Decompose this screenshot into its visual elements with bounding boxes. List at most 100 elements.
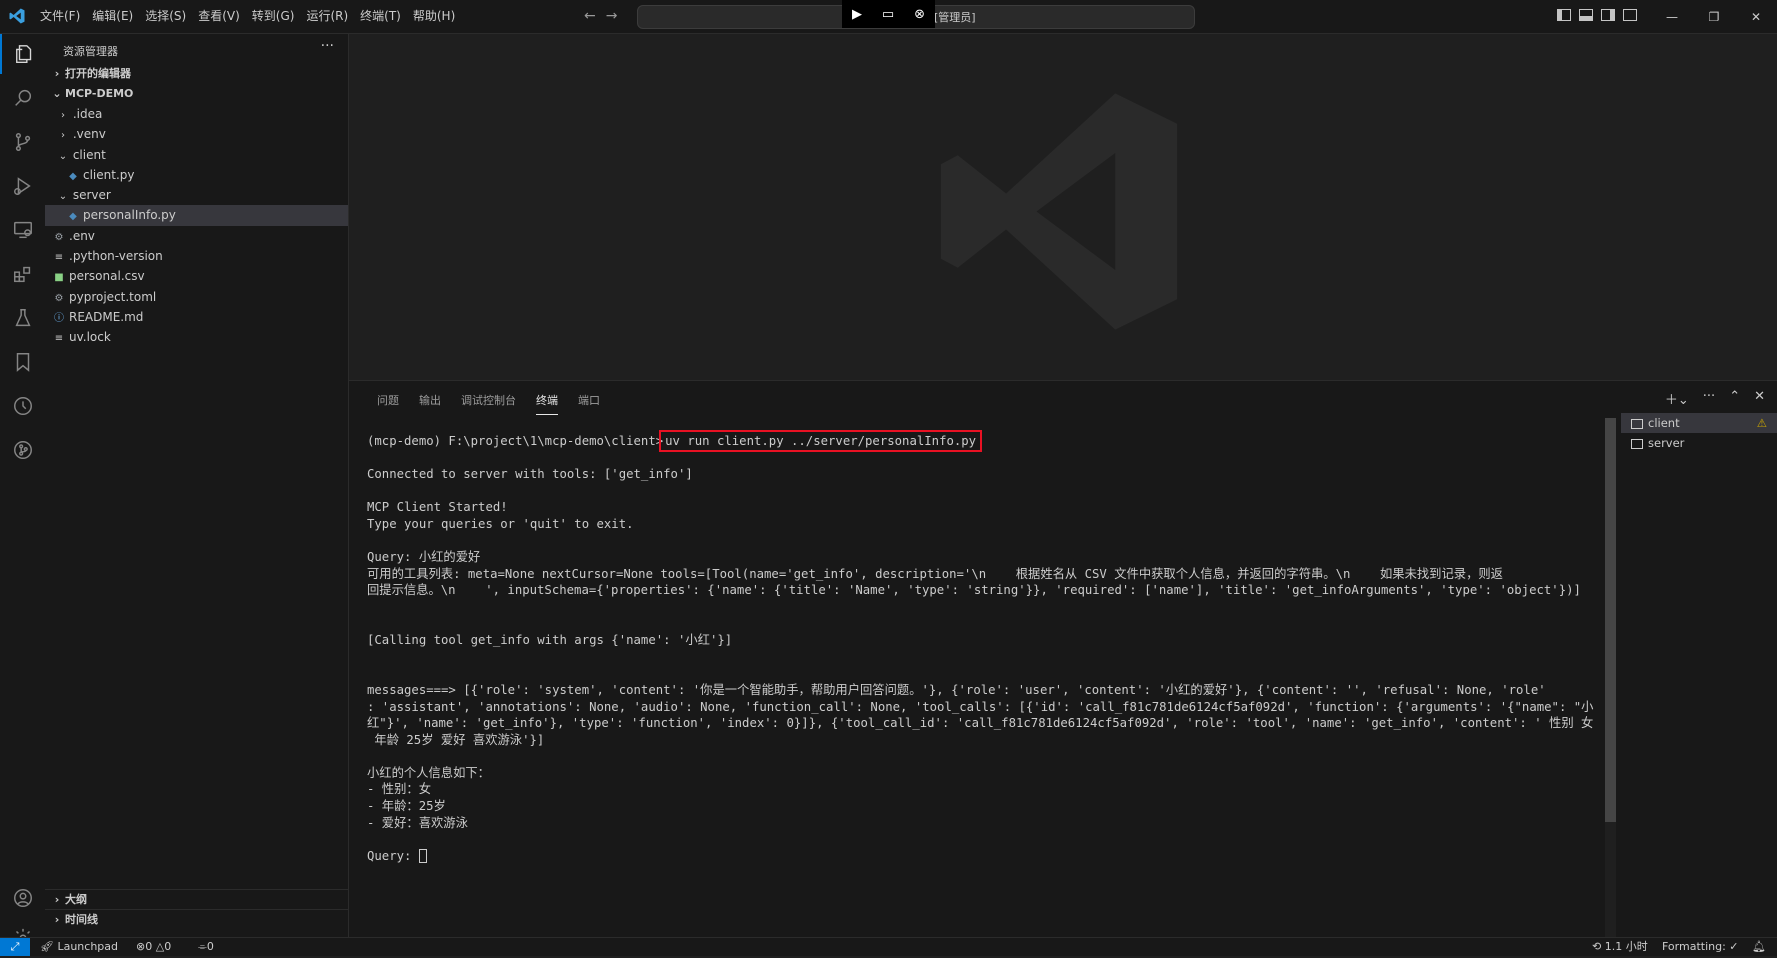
problems-item[interactable]: ⊗0 △0	[136, 938, 171, 956]
menu-item[interactable]: 转到(G)	[246, 0, 301, 33]
bookmark-icon[interactable]	[0, 342, 45, 382]
notifications-icon[interactable]: 🔔︎	[1752, 938, 1766, 956]
tree-file[interactable]: ≡ uv.lock	[45, 327, 348, 347]
menu-item[interactable]: 终端(T)	[354, 0, 407, 33]
tree-file[interactable]: ≡ .python-version	[45, 246, 348, 266]
tree-item-label: pyproject.toml	[69, 289, 157, 304]
explorer-icon[interactable]	[0, 34, 47, 74]
clock-icon: ⟲	[1592, 940, 1602, 953]
remote-indicator-icon[interactable]: ⤢	[0, 938, 30, 956]
panel-tab[interactable]: 端口	[568, 391, 610, 411]
restore-icon[interactable]: ❐	[1693, 0, 1735, 33]
session-time: 1.1 小时	[1604, 940, 1648, 953]
title-bar: 文件(F) 编辑(E) 选择(S) 查看(V) 转到(G) 运行(R) 终端(T) 帮助(H)…	[0, 0, 1777, 34]
open-editors-section[interactable]: › 打开的编辑器	[45, 64, 348, 84]
tree-file[interactable]: ⚙ pyproject.toml	[45, 287, 348, 307]
terminal-scrollbar[interactable]	[1605, 418, 1616, 822]
toggle-primary-sidebar-icon[interactable]	[1557, 9, 1571, 21]
toggle-panel-icon[interactable]	[1579, 9, 1593, 21]
tree-file[interactable]: ■ personal.csv	[45, 266, 348, 286]
forward-arrow-icon[interactable]: →	[606, 8, 618, 24]
tree-folder[interactable]: ⌄ client	[45, 145, 348, 165]
run-debug-icon[interactable]	[0, 166, 45, 206]
keyboard-icon[interactable]: ▭	[882, 7, 894, 22]
tree-item-label: client	[72, 147, 106, 162]
panel-tab[interactable]: 终端	[526, 391, 568, 415]
more-actions-icon[interactable]: ···	[1703, 389, 1715, 408]
terminal-line: [Calling tool get_info with args {'name'…	[367, 633, 733, 648]
terminal-instance[interactable]: client ⚠	[1621, 413, 1777, 433]
tree-file[interactable]: ◆ client.py	[45, 165, 348, 185]
close-icon[interactable]: ✕	[1735, 0, 1777, 33]
minimize-icon[interactable]: —	[1651, 0, 1693, 33]
tree-item-label: server	[72, 188, 111, 203]
text-file-icon: ≡	[54, 333, 64, 345]
tree-file[interactable]: ⓘ README.md	[45, 307, 348, 327]
play-icon[interactable]: ▶	[852, 7, 862, 22]
tree-item-label: .python-version	[69, 249, 163, 264]
toggle-secondary-sidebar-icon[interactable]	[1601, 9, 1615, 21]
terminal-lines: Connected to server with tools: ['get_in…	[367, 466, 1777, 848]
outline-section[interactable]: › 大纲	[45, 889, 348, 910]
panel-tabs: 问题 输出 调试控制台 终端 端口	[367, 391, 610, 415]
tree-folder[interactable]: › .venv	[45, 124, 348, 144]
git-graph-icon[interactable]	[0, 430, 45, 470]
timeline-history-icon[interactable]	[0, 386, 45, 426]
project-label: MCP-DEMO	[65, 87, 134, 100]
formatting-item[interactable]: Formatting: ✓	[1662, 938, 1739, 956]
panel-tab[interactable]: 输出	[409, 391, 451, 411]
terminal-icon	[1631, 418, 1643, 429]
chevron-right-icon: ›	[54, 67, 60, 80]
ports-item[interactable]: ⌯0	[198, 938, 214, 956]
warning-icon: △	[155, 940, 165, 953]
terminal-line: MCP Client Started!	[367, 500, 508, 515]
menu-item[interactable]: 查看(V)	[192, 0, 246, 33]
panel-tab[interactable]: 调试控制台	[451, 391, 526, 411]
source-control-icon[interactable]	[0, 122, 45, 162]
highlighted-command: uv run client.py ../server/personalInfo.…	[659, 430, 983, 452]
testing-icon[interactable]	[0, 298, 45, 338]
terminal-line: - 爱好：喜欢游泳	[367, 815, 468, 830]
terminal-instance-label: server	[1648, 436, 1685, 450]
panel-tab[interactable]: 问题	[367, 391, 409, 411]
tree-folder[interactable]: ⌄ server	[45, 185, 348, 205]
tree-file[interactable]: ◆ personalInfo.py	[45, 205, 348, 226]
menu-item[interactable]: 运行(R)	[300, 0, 354, 33]
timeline-header[interactable]: › 时间线	[45, 910, 348, 930]
new-terminal-icon[interactable]: ＋⌄	[1665, 389, 1689, 408]
maximize-panel-icon[interactable]: ⌃	[1729, 389, 1740, 408]
remote-explorer-icon[interactable]	[0, 210, 45, 250]
tree-item-label: client.py	[83, 167, 135, 182]
menu-item[interactable]: 编辑(E)	[86, 0, 139, 33]
tree-file[interactable]: ⚙ .env	[45, 226, 348, 246]
accounts-icon[interactable]	[0, 878, 45, 918]
close-circle-icon[interactable]: ⊗	[914, 7, 925, 22]
menu-item[interactable]: 选择(S)	[139, 0, 192, 33]
chevron-down-icon: ⌄	[58, 191, 68, 203]
bottom-panel: 问题 输出 调试控制台 终端 端口 ＋⌄ ··· ⌃ ✕ (mcp-demo) F:\p…	[349, 380, 1777, 938]
terminal-instance[interactable]: server	[1621, 433, 1777, 453]
project-section[interactable]: ⌄ MCP-DEMO	[45, 84, 348, 104]
tree-item-label: README.md	[69, 309, 144, 324]
session-time-item[interactable]: ⟲ 1.1 小时	[1592, 938, 1648, 956]
extensions-icon[interactable]	[0, 254, 45, 294]
window-controls: — ❐ ✕	[1651, 0, 1777, 33]
customize-layout-icon[interactable]	[1623, 9, 1637, 21]
error-icon: ⊗	[136, 940, 146, 953]
launchpad-item[interactable]: 🚀︎ Launchpad	[40, 938, 118, 956]
close-panel-icon[interactable]: ✕	[1754, 389, 1765, 408]
outline-header[interactable]: › 大纲	[45, 890, 348, 910]
terminal-output[interactable]: (mcp-demo) F:\project\1\mcp-demo\client>…	[367, 430, 1777, 864]
more-actions-icon[interactable]: ···	[321, 38, 334, 54]
launchpad-label: Launchpad	[57, 940, 119, 953]
back-arrow-icon[interactable]: ←	[584, 8, 596, 24]
menu-item[interactable]: 文件(F)	[34, 0, 86, 33]
menu-item[interactable]: 帮助(H)	[407, 0, 461, 33]
search-icon[interactable]	[0, 78, 45, 118]
rocket-icon: 🚀︎	[40, 940, 54, 953]
timeline-section[interactable]: › 时间线	[45, 909, 348, 930]
tree-folder[interactable]: › .idea	[45, 104, 348, 124]
